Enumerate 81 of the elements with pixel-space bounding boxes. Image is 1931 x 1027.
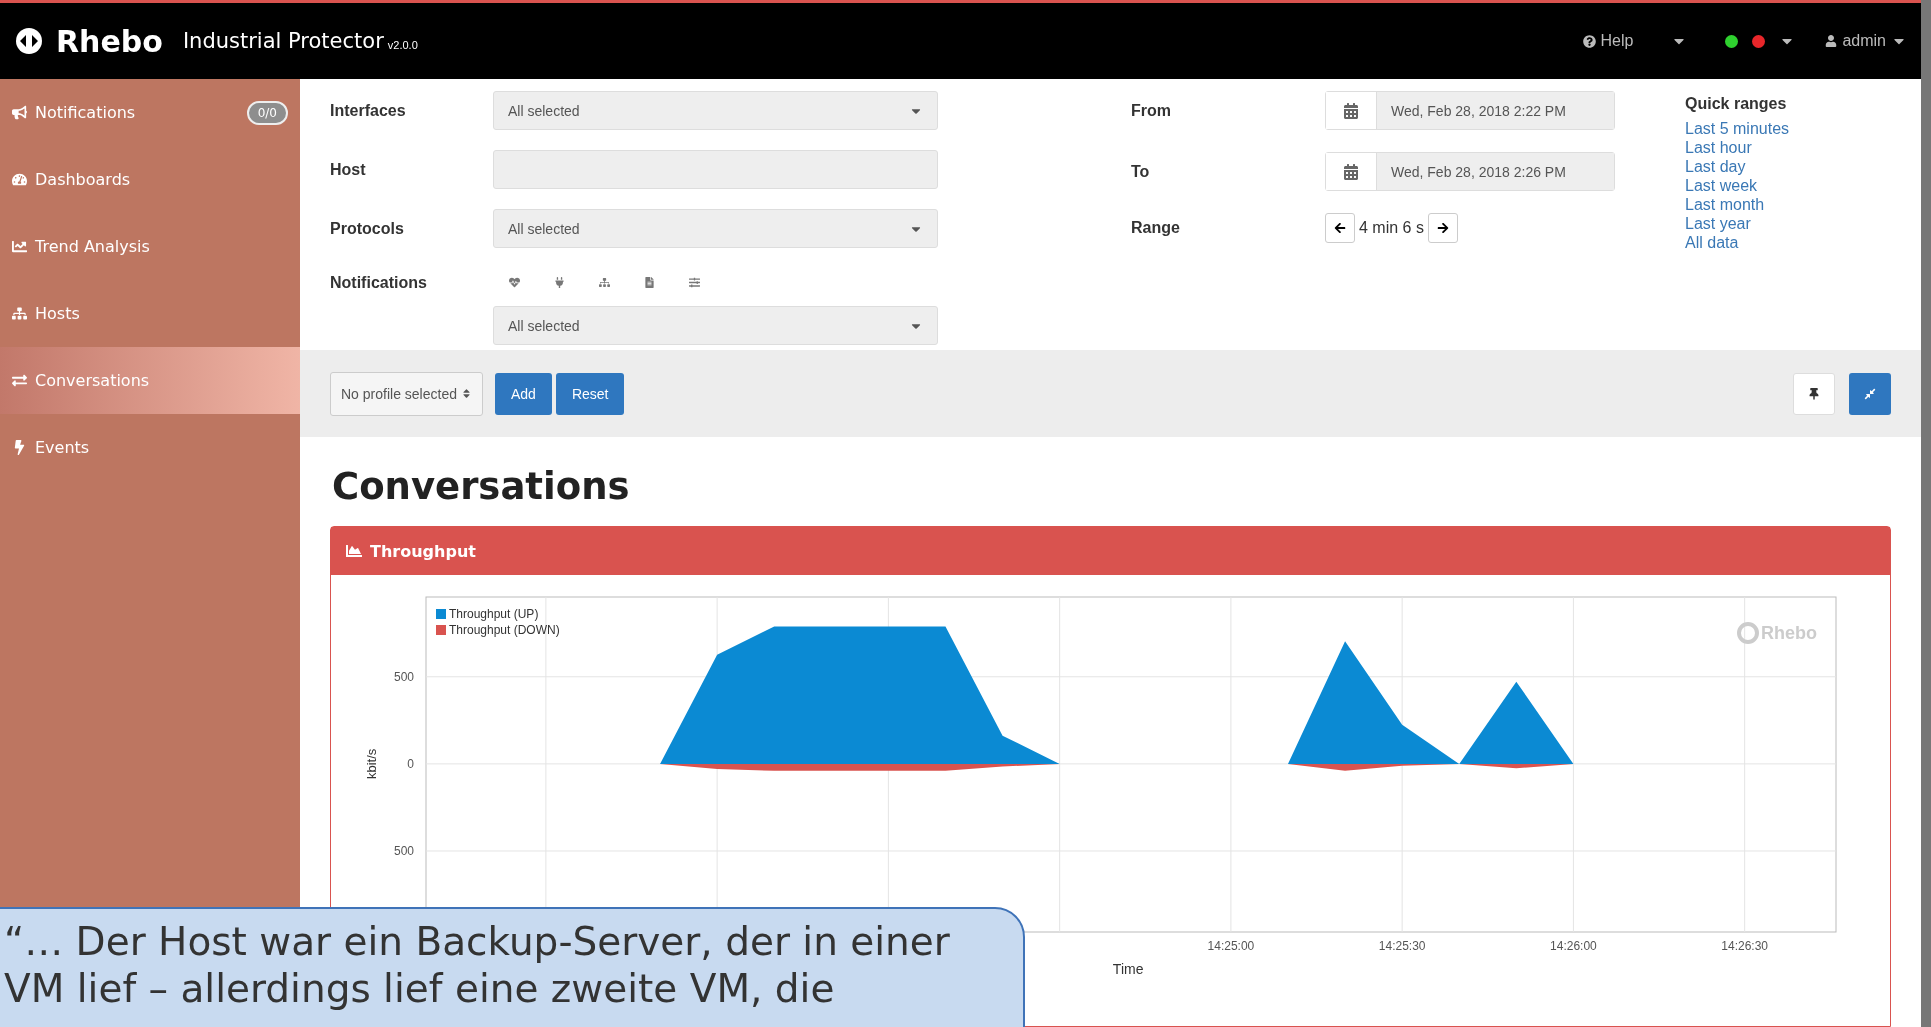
x-tick-label: 14:26:00 bbox=[1550, 939, 1597, 953]
field-label: Range bbox=[1131, 219, 1181, 237]
quick-range-link[interactable]: Last hour bbox=[1685, 139, 1790, 157]
quick-range-link[interactable]: Last year bbox=[1685, 215, 1790, 233]
megaphone-icon bbox=[12, 105, 27, 120]
sidebar-item[interactable]: Hosts bbox=[0, 280, 300, 347]
sliders-icon[interactable] bbox=[689, 276, 700, 288]
quick-range-link[interactable]: Last 5 minutes bbox=[1685, 120, 1790, 138]
dashboard-icon bbox=[12, 172, 27, 187]
plug-icon[interactable] bbox=[554, 276, 565, 288]
hierarchy-icon bbox=[12, 306, 27, 321]
field-label: From bbox=[1131, 101, 1172, 120]
action-button[interactable]: Add bbox=[494, 372, 552, 415]
y-tick-label: 500 bbox=[393, 844, 414, 858]
date-field[interactable]: Wed, Feb 28, 2018 2:26 PM bbox=[1325, 152, 1615, 191]
sidebar-item[interactable]: Conversations bbox=[0, 347, 300, 414]
area-chart-icon bbox=[346, 543, 362, 559]
count-badge: 0/0 bbox=[246, 100, 288, 125]
sidebar-item[interactable]: Notifications 0/0 bbox=[0, 79, 300, 146]
logo-icon bbox=[14, 26, 44, 56]
help-link[interactable]: Help bbox=[1582, 32, 1634, 50]
legend-swatch bbox=[436, 609, 446, 619]
pin-icon bbox=[1808, 387, 1820, 400]
range-value: 4 min 6 s bbox=[1359, 219, 1424, 237]
profile-select[interactable]: No profile selected bbox=[330, 371, 483, 416]
protocols-dropdown[interactable]: All selected bbox=[493, 209, 938, 248]
product-name: Industrial Protector bbox=[182, 29, 384, 53]
pin-button[interactable] bbox=[1793, 372, 1835, 415]
legend-swatch bbox=[436, 625, 446, 635]
y-tick-label: 0 bbox=[407, 756, 414, 771]
quick-range-link[interactable]: Last day bbox=[1685, 158, 1790, 176]
quick-ranges-title: Quick ranges bbox=[1685, 95, 1788, 113]
user-icon bbox=[1825, 35, 1838, 47]
calendar-icon bbox=[1343, 102, 1359, 119]
quick-range-link[interactable]: Last month bbox=[1685, 196, 1790, 214]
brand-name: Rhebo bbox=[56, 23, 163, 59]
x-axis-label: Time bbox=[1112, 961, 1144, 977]
field-label: To bbox=[1131, 162, 1151, 181]
quick-range-link[interactable]: Last week bbox=[1685, 177, 1790, 195]
action-button[interactable]: Reset bbox=[555, 372, 625, 415]
panel-title: Throughput bbox=[370, 541, 476, 561]
y-tick-label: 500 bbox=[393, 669, 414, 684]
sidebar-item[interactable]: Dashboards bbox=[0, 146, 300, 213]
page-title: Conversations bbox=[332, 465, 631, 508]
sidebar-item[interactable]: Trend Analysis bbox=[0, 213, 300, 280]
document-icon[interactable] bbox=[644, 276, 655, 288]
left-arrow-icon bbox=[1334, 222, 1346, 234]
legend-label: Throughput (DOWN) bbox=[449, 623, 560, 637]
quick-range-link[interactable]: All data bbox=[1685, 234, 1790, 252]
y-axis-label: kbit/s bbox=[364, 748, 379, 780]
host-field[interactable] bbox=[493, 150, 938, 189]
logo-icon bbox=[1737, 622, 1759, 644]
sort-icon bbox=[460, 388, 472, 399]
field-label: Protocols bbox=[330, 219, 405, 238]
sidebar-item[interactable]: Events bbox=[0, 414, 300, 481]
x-tick-label: 14:26:30 bbox=[1721, 939, 1768, 953]
previous-button[interactable] bbox=[1325, 213, 1355, 243]
notifications-dropdown[interactable]: All selected bbox=[493, 306, 938, 345]
user-menu[interactable]: admin bbox=[1825, 32, 1907, 50]
field-label: Notifications bbox=[330, 274, 428, 292]
legend-label: Throughput (UP) bbox=[449, 607, 539, 621]
quote-text: VM lief – allerdings lief eine zweite VM, die bbox=[4, 965, 836, 1013]
date-field[interactable]: Wed, Feb 28, 2018 2:22 PM bbox=[1325, 91, 1615, 130]
field-label: Host bbox=[330, 160, 367, 179]
right-arrow-icon bbox=[1436, 222, 1449, 234]
compress-button[interactable] bbox=[1849, 372, 1891, 415]
hierarchy-icon[interactable] bbox=[599, 276, 610, 288]
help-icon bbox=[1582, 34, 1596, 48]
quote-text: “… Der Host war ein Backup-Server, der in einer bbox=[4, 919, 951, 966]
interfaces-dropdown[interactable]: All selected bbox=[493, 91, 938, 130]
x-tick-label: 14:25:00 bbox=[1207, 939, 1255, 953]
compress-icon bbox=[1864, 387, 1876, 400]
next-button[interactable] bbox=[1427, 213, 1458, 243]
field-label: Interfaces bbox=[330, 101, 407, 120]
heartbeat-icon[interactable] bbox=[509, 276, 520, 288]
line-chart-icon bbox=[12, 239, 27, 254]
calendar-icon bbox=[1343, 163, 1359, 180]
arrows-icon bbox=[12, 373, 27, 388]
bolt-icon bbox=[12, 440, 27, 455]
x-tick-label: 14:25:30 bbox=[1378, 939, 1426, 953]
version-label: v2.0.0 bbox=[387, 39, 418, 51]
